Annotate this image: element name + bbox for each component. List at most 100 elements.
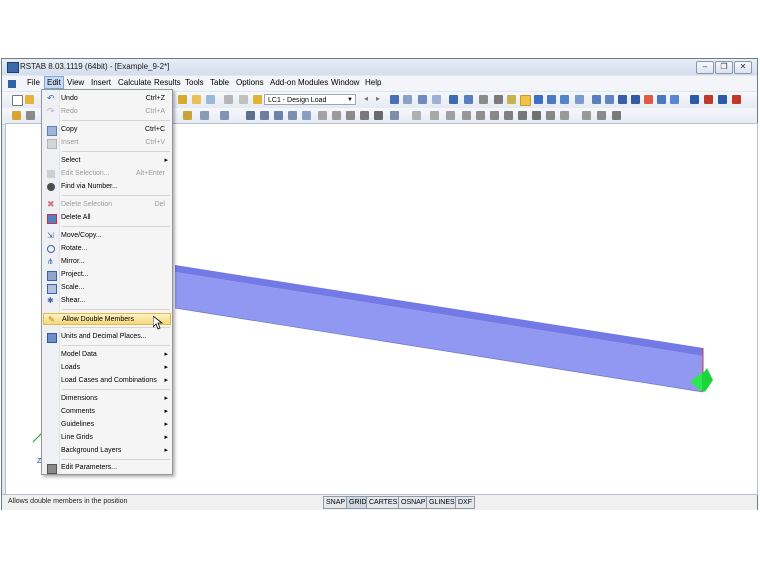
snap-toggle[interactable]: SNAP — [323, 496, 349, 509]
menu-results[interactable]: Results — [154, 78, 181, 87]
table-icon[interactable] — [206, 95, 215, 104]
select-icon[interactable] — [12, 111, 21, 120]
menu-item-model-data[interactable]: Model Data ▸ — [43, 349, 171, 361]
zoom-all-icon[interactable] — [288, 111, 297, 120]
results-icon[interactable] — [390, 95, 399, 104]
render-active-icon[interactable] — [520, 95, 531, 106]
result-a-icon[interactable] — [462, 111, 471, 120]
grid-icon[interactable] — [224, 95, 233, 104]
menu-item-load-cases[interactable]: Load Cases and Combinations ▸ — [43, 375, 171, 387]
zoom-window-icon[interactable] — [274, 111, 283, 120]
result-c-icon[interactable] — [490, 111, 499, 120]
menu-insert[interactable]: Insert — [91, 78, 111, 87]
menu-item-project[interactable]: Project... — [43, 269, 171, 281]
menu-item-redo[interactable]: ↷ Redo Ctrl+A — [43, 106, 171, 118]
cross-icon[interactable] — [618, 95, 627, 104]
menu-item-copy[interactable]: Copy Ctrl+C — [43, 124, 171, 136]
menu-item-select[interactable]: Select ▸ — [43, 155, 171, 167]
menu-item-scale[interactable]: Scale... — [43, 282, 171, 294]
member-icon[interactable] — [605, 95, 614, 104]
glines-toggle[interactable]: GLINES — [426, 496, 458, 509]
menu-item-rotate[interactable]: Rotate... — [43, 243, 171, 255]
support-icon[interactable] — [657, 95, 666, 104]
result-g-icon[interactable] — [546, 111, 555, 120]
arc-icon[interactable] — [346, 111, 355, 120]
rotate-view-icon[interactable] — [547, 95, 556, 104]
close-button[interactable]: ✕ — [734, 61, 752, 74]
display-icon[interactable] — [418, 95, 427, 104]
menu-table[interactable]: Table — [210, 78, 229, 87]
render-icon[interactable] — [507, 95, 516, 104]
pencil-tool-icon[interactable] — [183, 111, 192, 120]
dxf-toggle[interactable]: DXF — [455, 496, 475, 509]
menu-item-mirror[interactable]: ⋔ Mirror... — [43, 256, 171, 268]
deform-icon[interactable] — [403, 95, 412, 104]
measure-icon[interactable] — [260, 111, 269, 120]
list-icon[interactable] — [612, 111, 621, 120]
document-icon[interactable] — [8, 80, 16, 88]
circle-icon[interactable] — [360, 111, 369, 120]
menu-item-background-layers[interactable]: Background Layers ▸ — [43, 445, 171, 457]
grid-alt-icon[interactable] — [239, 95, 248, 104]
filter-icon[interactable] — [597, 111, 606, 120]
section-icon[interactable] — [479, 95, 488, 104]
zoom-icon[interactable] — [575, 95, 584, 104]
section-alt-icon[interactable] — [494, 95, 503, 104]
restore-button[interactable]: ❐ — [715, 61, 733, 74]
next-arrow-icon[interactable]: ▸ — [376, 94, 385, 103]
open-icon[interactable] — [25, 95, 34, 104]
result-d-icon[interactable] — [504, 111, 513, 120]
menu-item-delete-all[interactable]: Delete All — [43, 212, 171, 224]
result-f-icon[interactable] — [532, 111, 541, 120]
node-icon[interactable] — [592, 95, 601, 104]
menu-item-find-via-number[interactable]: Find via Number... — [43, 181, 171, 193]
cartes-toggle[interactable]: CARTES — [366, 496, 401, 509]
target-icon[interactable] — [631, 95, 640, 104]
menu-item-guidelines[interactable]: Guidelines ▸ — [43, 419, 171, 431]
menu-item-allow-double-members[interactable]: ✎ Allow Double Members — [43, 313, 171, 325]
menu-tools[interactable]: Tools — [185, 78, 204, 87]
axis-x-icon[interactable] — [412, 111, 421, 120]
pan-icon[interactable] — [560, 95, 569, 104]
menu-item-edit-selection[interactable]: Edit Selection... Alt+Enter — [43, 168, 171, 180]
load-case-icon[interactable] — [253, 95, 262, 104]
export-icon[interactable] — [718, 95, 727, 104]
table-tool-icon[interactable] — [582, 111, 591, 120]
dimension-icon[interactable] — [246, 111, 255, 120]
menu-view[interactable]: View — [67, 78, 84, 87]
scale-icon[interactable] — [432, 95, 441, 104]
snap-tool-icon[interactable] — [390, 111, 399, 120]
minimize-button[interactable]: – — [696, 61, 714, 74]
link-icon[interactable] — [670, 95, 679, 104]
new-icon[interactable] — [12, 95, 23, 106]
result-h-icon[interactable] — [560, 111, 569, 120]
grid-tool-icon[interactable] — [374, 111, 383, 120]
dropdown-tool-icon[interactable] — [26, 111, 35, 120]
beam-side-face[interactable] — [175, 272, 703, 392]
settings-icon[interactable] — [178, 95, 187, 104]
menu-edit[interactable]: Edit — [44, 76, 64, 89]
menu-item-line-grids[interactable]: Line Grids ▸ — [43, 432, 171, 444]
menu-item-delete-selection[interactable]: ✖ Delete Selection Del — [43, 199, 171, 211]
menu-item-edit-parameters[interactable]: Edit Parameters... — [43, 462, 171, 474]
prev-arrow-icon[interactable]: ◂ — [364, 94, 373, 103]
menu-help[interactable]: Help — [365, 78, 381, 87]
menu-item-comments[interactable]: Comments ▸ — [43, 406, 171, 418]
view-icon[interactable] — [449, 95, 458, 104]
menu-file[interactable]: File — [27, 78, 40, 87]
camera-icon[interactable] — [192, 95, 201, 104]
menu-item-units[interactable]: Units and Decimal Places... — [43, 331, 171, 343]
export-alt-icon[interactable] — [732, 95, 741, 104]
axis-y-icon[interactable] — [430, 111, 439, 120]
osnap-toggle[interactable]: OSNAP — [398, 496, 429, 509]
polyline-icon[interactable] — [332, 111, 341, 120]
arrow-tool-icon[interactable] — [220, 111, 229, 120]
menu-calculate[interactable]: Calculate — [118, 78, 151, 87]
menu-window[interactable]: Window — [331, 78, 359, 87]
menu-item-undo[interactable]: ↶ Undo Ctrl+Z — [43, 93, 171, 105]
view-alt-icon[interactable] — [464, 95, 473, 104]
member-tool-icon[interactable] — [200, 111, 209, 120]
menu-item-insert[interactable]: Insert Ctrl+V — [43, 137, 171, 149]
axis-z-icon[interactable] — [446, 111, 455, 120]
report-icon[interactable] — [704, 95, 713, 104]
